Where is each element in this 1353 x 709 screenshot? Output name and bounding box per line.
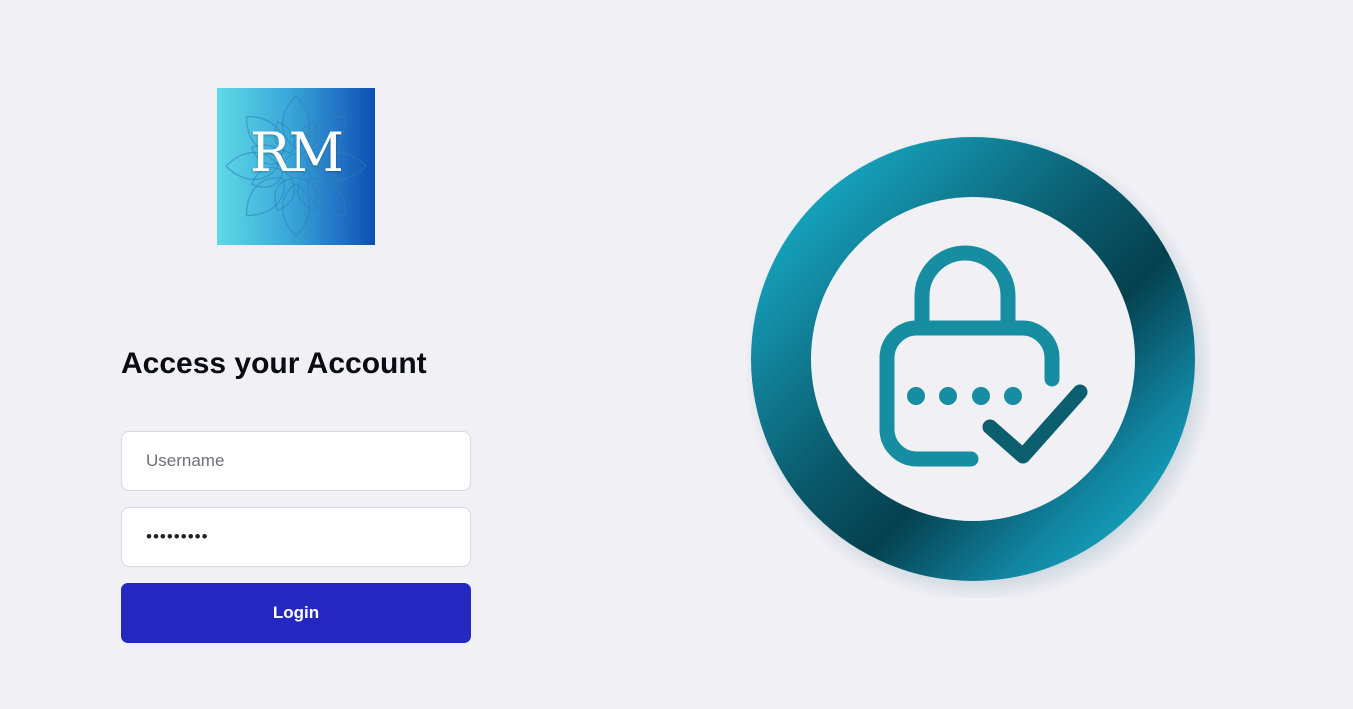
brand-logo: RM: [217, 88, 375, 245]
logo-text: RM: [250, 121, 344, 184]
inner-disc: [811, 197, 1135, 521]
login-button[interactable]: Login: [121, 583, 471, 643]
password-input[interactable]: [121, 507, 471, 567]
lock-check-icon: [745, 133, 1210, 598]
page-title: Access your Account: [121, 347, 427, 380]
username-input[interactable]: [121, 431, 471, 491]
